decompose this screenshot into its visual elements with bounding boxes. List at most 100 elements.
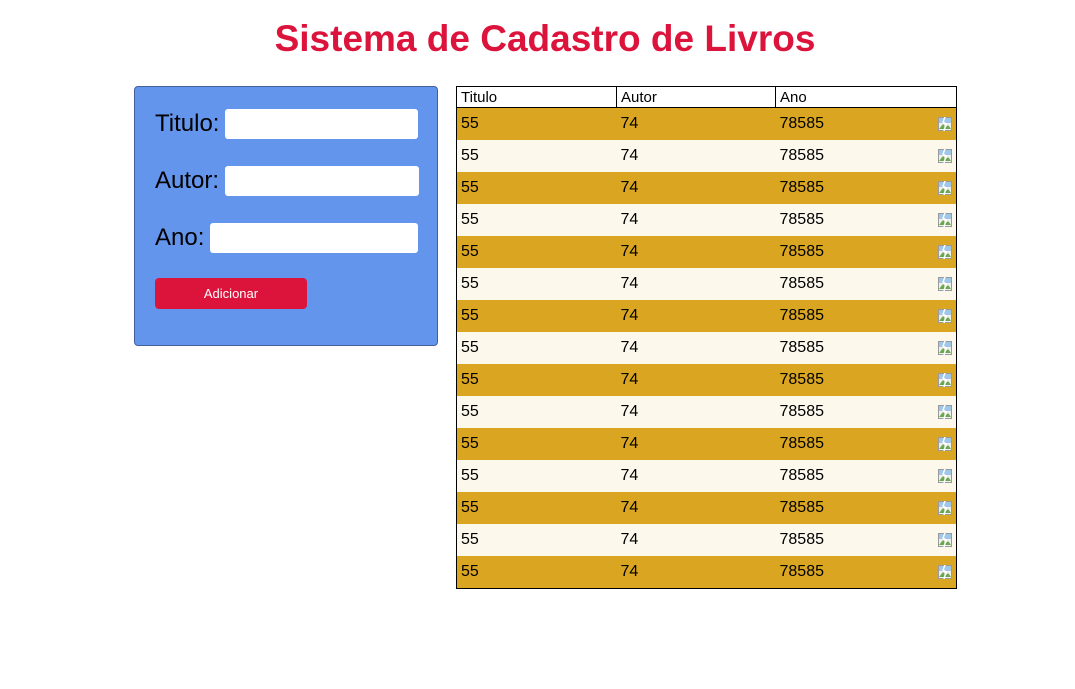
cell-action	[908, 172, 957, 204]
broken-image-icon[interactable]	[938, 180, 953, 195]
ano-row: Ano:	[155, 222, 419, 254]
cell-autor: 74	[620, 371, 639, 388]
cell-action	[908, 556, 957, 589]
broken-image-icon[interactable]	[938, 404, 953, 419]
cell-action	[908, 300, 957, 332]
broken-image-icon[interactable]	[938, 244, 953, 259]
cell-autor: 74	[620, 499, 639, 516]
broken-image-icon[interactable]	[938, 148, 953, 163]
cell-autor: 74	[620, 467, 639, 484]
cell-ano: 78585	[779, 339, 825, 356]
cell-action	[908, 524, 957, 556]
cell-ano: 78585	[779, 435, 825, 452]
broken-image-icon[interactable]	[938, 308, 953, 323]
cell-action	[908, 236, 957, 268]
header-titulo: Titulo	[456, 86, 617, 108]
cell-action	[908, 204, 957, 236]
cell-action	[908, 492, 957, 524]
titulo-label: Titulo:	[155, 110, 220, 137]
cell-autor: 74	[620, 179, 639, 196]
cell-ano: 78585	[779, 115, 825, 132]
broken-image-icon[interactable]	[938, 372, 953, 387]
cell-action	[908, 140, 957, 172]
cell-ano: 78585	[779, 563, 825, 580]
cell-autor: 74	[620, 435, 639, 452]
ano-label: Ano:	[155, 224, 205, 251]
cell-titulo: 55	[461, 563, 479, 580]
broken-image-icon[interactable]	[938, 564, 953, 579]
cell-autor: 74	[620, 307, 639, 324]
autor-label: Autor:	[155, 167, 220, 194]
cell-ano: 78585	[779, 307, 825, 324]
cell-ano: 78585	[779, 499, 825, 516]
broken-image-icon[interactable]	[938, 436, 953, 451]
cell-action	[908, 364, 957, 396]
table-row: 55 74 78585	[456, 204, 957, 236]
cell-ano: 78585	[779, 371, 825, 388]
table-row: 55 74 78585	[456, 492, 957, 524]
broken-image-icon[interactable]	[938, 468, 953, 483]
broken-image-icon[interactable]	[938, 532, 953, 547]
cell-ano: 78585	[779, 211, 825, 228]
table-row: 55 74 78585	[456, 107, 957, 141]
cell-ano: 78585	[779, 179, 825, 196]
cell-titulo: 55	[461, 499, 479, 516]
cell-titulo: 55	[461, 403, 479, 420]
cell-titulo: 55	[461, 115, 479, 132]
cell-autor: 74	[620, 563, 639, 580]
titulo-row: Titulo:	[155, 108, 419, 140]
ano-input[interactable]	[210, 223, 419, 253]
cell-titulo: 55	[461, 435, 479, 452]
page-title: Sistema de Cadastro de Livros	[274, 18, 816, 59]
titulo-input[interactable]	[225, 109, 419, 139]
cell-autor: 74	[620, 211, 639, 228]
cell-titulo: 55	[461, 467, 479, 484]
cell-titulo: 55	[461, 179, 479, 196]
cell-action	[908, 108, 957, 141]
cell-titulo: 55	[461, 275, 479, 292]
cell-action	[908, 428, 957, 460]
add-button[interactable]: Adicionar	[155, 278, 307, 309]
header-ano: Ano	[774, 86, 958, 108]
broken-image-icon[interactable]	[938, 116, 953, 131]
cell-titulo: 55	[461, 339, 479, 356]
table-row: 55 74 78585	[456, 268, 957, 300]
table-row: 55 74 78585	[456, 300, 957, 332]
header-autor: Autor	[616, 86, 776, 108]
cell-ano: 78585	[779, 275, 825, 292]
cell-ano: 78585	[779, 467, 825, 484]
broken-image-icon[interactable]	[938, 276, 953, 291]
book-form: Titulo: Autor: Ano: Adicionar	[134, 86, 438, 346]
cell-autor: 74	[620, 403, 639, 420]
table-row: 55 74 78585	[456, 236, 957, 268]
table-row: 55 74 78585	[456, 524, 957, 556]
broken-image-icon[interactable]	[938, 212, 953, 227]
cell-action	[908, 332, 957, 364]
autor-input[interactable]	[225, 166, 420, 196]
cell-titulo: 55	[461, 371, 479, 388]
cell-autor: 74	[620, 147, 639, 164]
cell-titulo: 55	[461, 531, 479, 548]
table-body: 55 74 78585 55 74 78585 55 74 78585 55 74 78585 55 74…	[456, 107, 957, 589]
cell-autor: 74	[620, 339, 639, 356]
broken-image-icon[interactable]	[938, 340, 953, 355]
table-row: 55 74 78585	[456, 428, 957, 460]
table-row: 55 74 78585	[456, 396, 957, 428]
broken-image-icon[interactable]	[938, 500, 953, 515]
cell-autor: 74	[620, 531, 639, 548]
cell-autor: 74	[620, 243, 639, 260]
table-row: 55 74 78585	[456, 364, 957, 396]
table-row: 55 74 78585	[456, 332, 957, 364]
cell-titulo: 55	[461, 211, 479, 228]
cell-action	[908, 396, 957, 428]
table-row: 55 74 78585	[456, 140, 957, 172]
cell-autor: 74	[620, 115, 639, 132]
cell-autor: 74	[620, 275, 639, 292]
autor-row: Autor:	[155, 165, 420, 197]
table-header-row: Titulo Autor Ano	[456, 86, 958, 108]
cell-ano: 78585	[779, 403, 825, 420]
table-row: 55 74 78585	[456, 460, 957, 492]
cell-action	[908, 460, 957, 492]
cell-titulo: 55	[461, 147, 479, 164]
cell-ano: 78585	[779, 531, 825, 548]
